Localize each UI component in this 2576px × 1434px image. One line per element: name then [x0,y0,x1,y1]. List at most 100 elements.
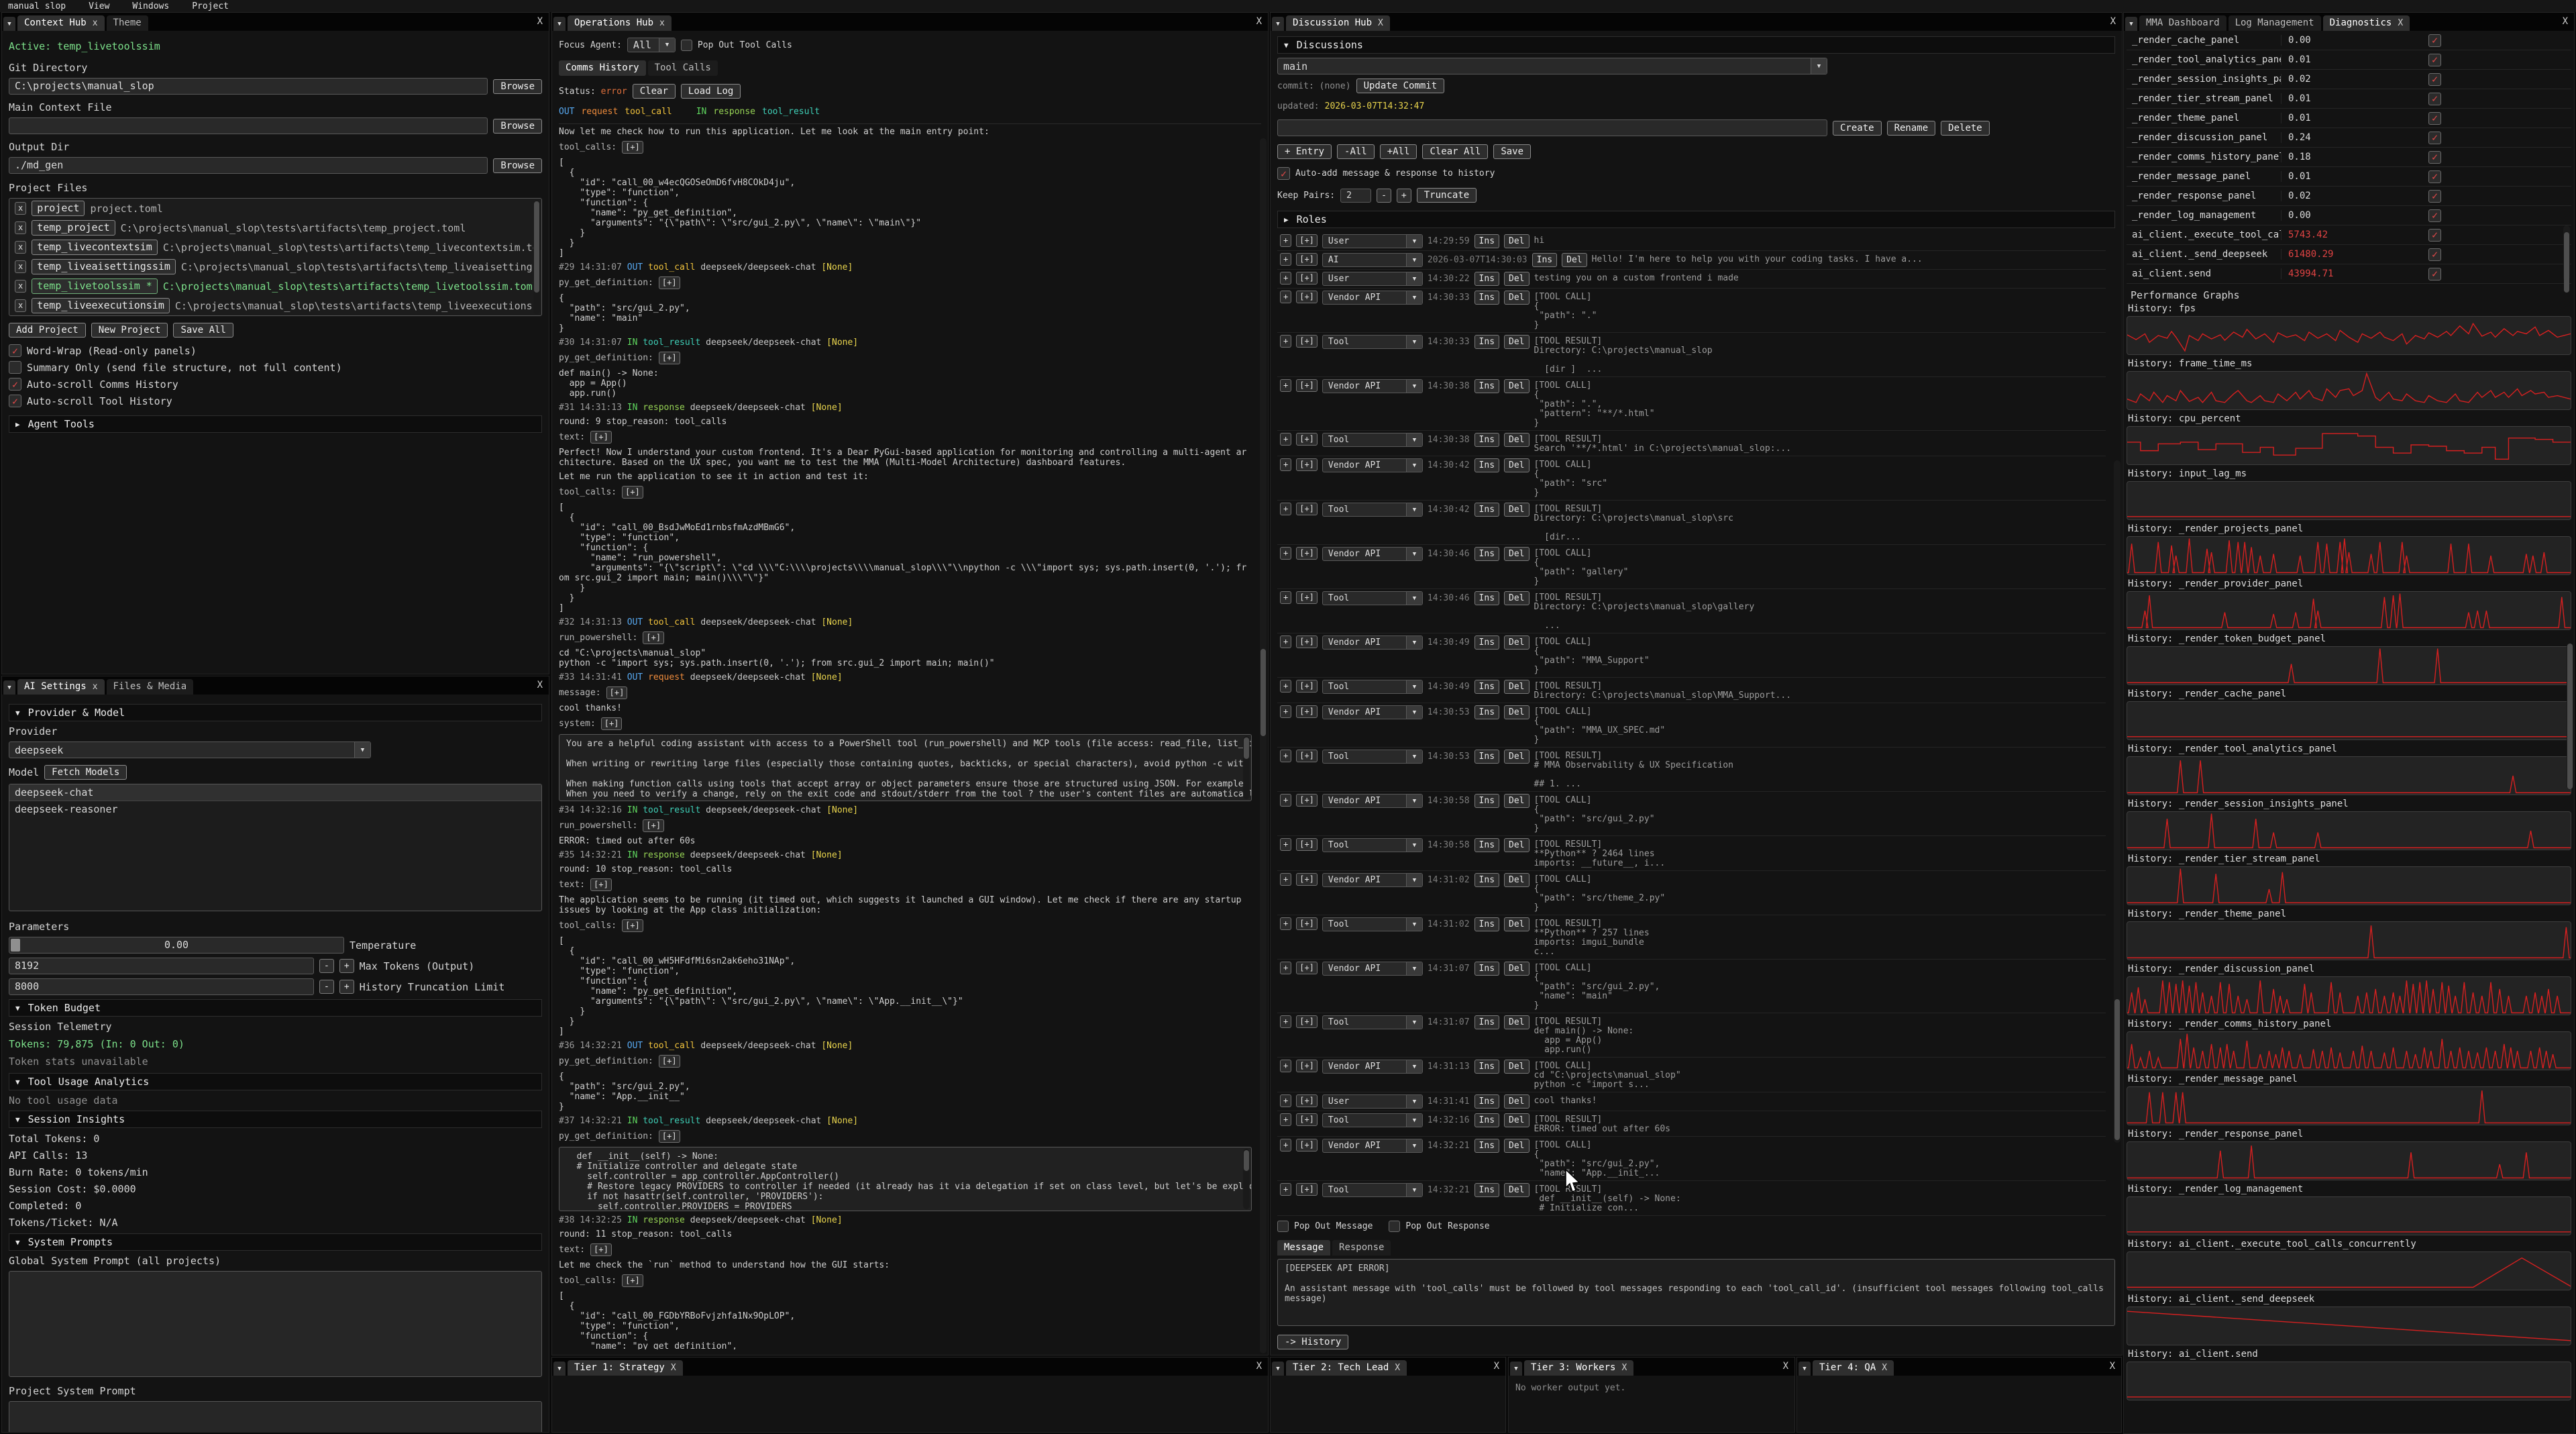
ins-button[interactable]: Ins [1474,433,1499,447]
save-all-button[interactable]: Save All [173,323,233,338]
move-entry-button[interactable]: + [1280,1113,1291,1126]
ins-button[interactable]: Ins [1474,272,1499,286]
close-window-icon[interactable]: X [537,16,543,27]
file-badge[interactable]: temp_livetoolssim * [32,278,158,294]
del-button[interactable]: Del [1504,272,1529,286]
move-entry-button[interactable]: + [1280,503,1291,515]
expand-entry-button[interactable]: [+] [1296,838,1318,851]
ins-button[interactable]: Ins [1474,750,1499,764]
expand-entry-button[interactable]: [+] [1296,335,1318,348]
history-limit-plus-button[interactable]: + [339,980,354,994]
del-button[interactable]: Del [1504,635,1529,650]
file-badge[interactable]: project [32,201,85,216]
expand-entry-button[interactable]: [+] [1296,1139,1318,1151]
del-button[interactable]: Del [1504,680,1529,694]
move-entry-button[interactable]: + [1280,1060,1291,1072]
expand-entry-button[interactable]: [+] [1296,1183,1318,1196]
expand-entry-button[interactable]: [+] [1296,917,1318,930]
ins-button[interactable]: Ins [1474,234,1499,248]
close-tab-icon[interactable]: x [659,18,665,28]
window-menu-icon[interactable]: ▼ [2125,17,2137,31]
role-select[interactable]: User▼ [1322,272,1423,286]
discussion-select[interactable]: main▼ [1277,58,1827,74]
close-window-icon[interactable]: X [1256,16,1262,27]
truncate-button[interactable]: Truncate [1417,188,1477,203]
keep-pairs-plus-button[interactable]: + [1397,189,1411,203]
fetch-models-button[interactable]: Fetch Models [44,765,127,780]
tab-tier4-qa[interactable]: Tier 4: QAX [1813,1360,1894,1376]
del-button[interactable]: Del [1504,433,1529,447]
del-button[interactable]: Del [1504,458,1529,472]
message-textarea[interactable]: [DEEPSEEK API ERROR] An assistant messag… [1277,1259,2115,1326]
close-window-icon[interactable]: X [1783,1361,1788,1372]
expand-entry-button[interactable]: [+] [1296,962,1318,974]
timing-checkbox[interactable]: ✓ [2428,132,2441,144]
file-badge[interactable]: temp_livecontextsim [32,240,158,255]
remove-file-button[interactable]: x [15,241,26,254]
timing-checkbox[interactable]: ✓ [2428,209,2441,222]
role-select[interactable]: Tool▼ [1322,917,1423,931]
expand-entry-button[interactable]: [+] [1296,591,1318,604]
new-project-button[interactable]: New Project [91,323,168,338]
del-button[interactable]: Del [1504,1113,1529,1127]
ins-button[interactable]: Ins [1474,335,1499,349]
ins-button[interactable]: Ins [1474,291,1499,305]
expand-entry-button[interactable]: [+] [1296,433,1318,446]
expand-entry-button[interactable]: [+] [1296,272,1318,285]
tab-message[interactable]: Message [1277,1240,1330,1256]
expand-entry-button[interactable]: [+] [1296,503,1318,515]
provider-select[interactable]: deepseek▼ [9,741,371,758]
timing-checkbox[interactable]: ✓ [2428,190,2441,203]
tab-tier2-tech-lead[interactable]: Tier 2: Tech LeadX [1286,1360,1407,1376]
close-tab-icon[interactable]: X [1378,18,1383,28]
popout-message-checkbox[interactable] [1277,1221,1289,1232]
role-select[interactable]: Tool▼ [1322,680,1423,694]
remove-file-button[interactable]: x [15,260,26,273]
role-select[interactable]: Vendor API▼ [1322,1139,1423,1153]
expand-button[interactable]: [+] [622,1274,643,1287]
files-scrollbar[interactable] [533,200,540,314]
tab-tool-calls[interactable]: Tool Calls [648,60,718,76]
history-limit-input[interactable]: 8000 [9,978,314,995]
ins-button[interactable]: Ins [1474,379,1499,393]
del-button[interactable]: Del [1504,291,1529,305]
role-select[interactable]: Tool▼ [1322,433,1423,447]
role-select[interactable]: Vendor API▼ [1322,1060,1423,1074]
option-checkbox[interactable]: ✓ [9,344,21,357]
move-entry-button[interactable]: + [1280,335,1291,348]
close-window-icon[interactable]: X [1494,1361,1499,1372]
menu-item-view[interactable]: View [89,1,109,11]
del-button[interactable]: Del [1504,1094,1529,1109]
move-entry-button[interactable]: + [1280,433,1291,446]
git-directory-input[interactable]: C:\projects\manual_slop [9,78,488,95]
tab-tier3-workers[interactable]: Tier 3: WorkersX [1524,1360,1633,1376]
close-window-icon[interactable]: X [2110,16,2116,27]
expand-entry-button[interactable]: [+] [1296,680,1318,693]
option-checkbox[interactable]: ✓ [9,395,21,407]
expand-button[interactable]: [+] [622,919,643,932]
ins-button[interactable]: Ins [1474,1094,1499,1109]
del-button[interactable]: Del [1504,838,1529,852]
add-entry-button[interactable]: + Entry [1277,144,1332,159]
expand-button[interactable]: [+] [643,631,664,644]
add-project-button[interactable]: Add Project [9,323,86,338]
agent-tools-header[interactable]: ▶Agent Tools [9,415,542,433]
box-scrollbar[interactable] [1243,736,1250,799]
popout-toolcalls-checkbox[interactable] [681,40,692,51]
close-window-icon[interactable]: X [537,680,543,690]
ins-button[interactable]: Ins [1474,962,1499,976]
move-entry-button[interactable]: + [1280,1094,1291,1107]
expand-button[interactable]: [+] [590,431,612,444]
del-button[interactable]: Del [1504,917,1529,931]
expand-entry-button[interactable]: [+] [1296,458,1318,471]
close-tab-icon[interactable]: X [671,1363,676,1373]
role-select[interactable]: Vendor API▼ [1322,458,1423,472]
timing-checkbox[interactable]: ✓ [2428,151,2441,164]
del-button[interactable]: Del [1504,794,1529,808]
to-history-button[interactable]: -> History [1277,1335,1348,1349]
ins-button[interactable]: Ins [1474,1015,1499,1029]
move-entry-button[interactable]: + [1280,291,1291,303]
expand-button[interactable]: [+] [590,1243,612,1256]
ins-button[interactable]: Ins [1474,794,1499,808]
role-select[interactable]: Tool▼ [1322,503,1423,517]
